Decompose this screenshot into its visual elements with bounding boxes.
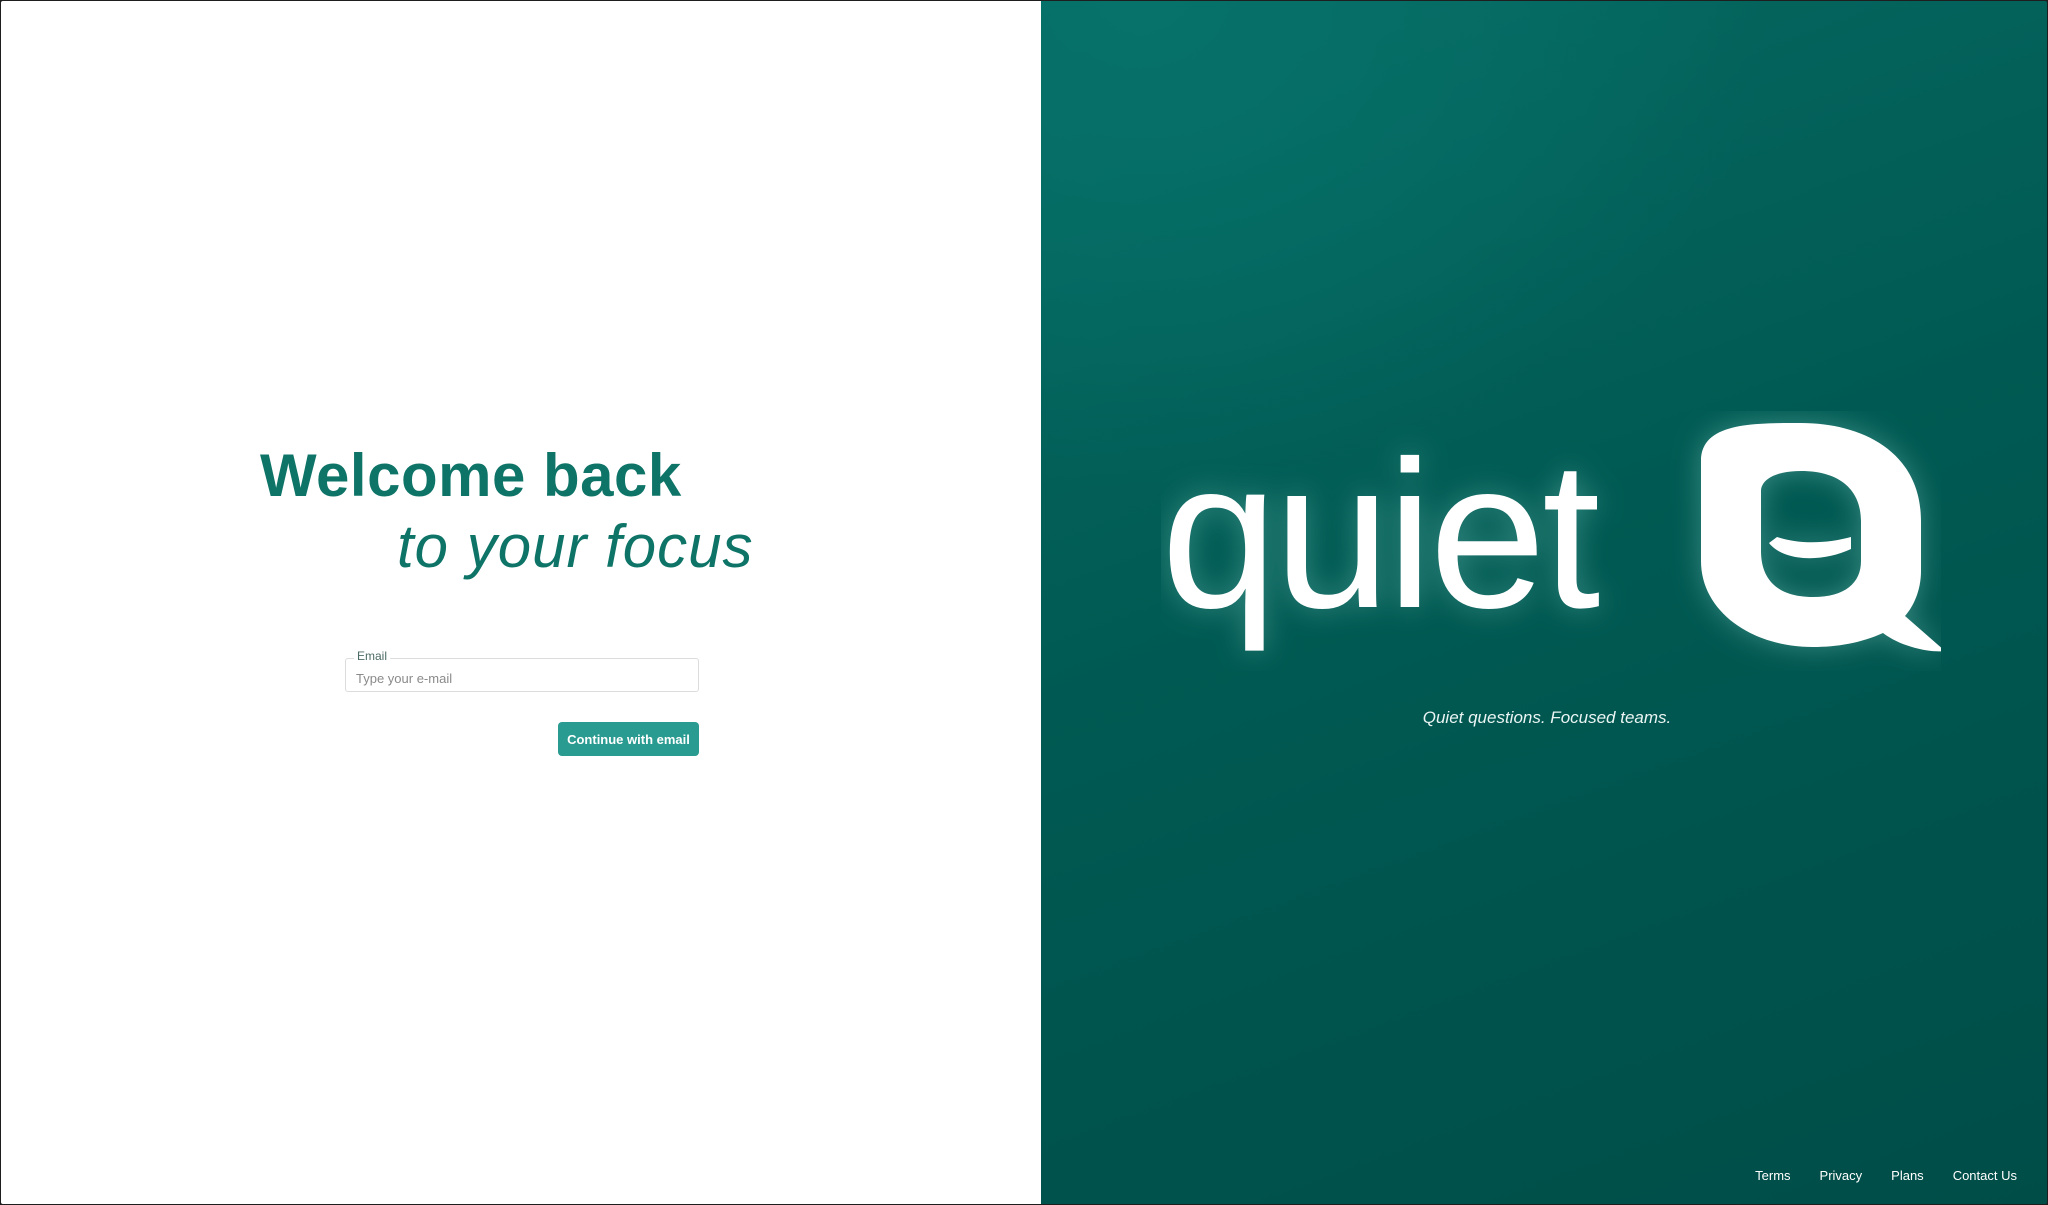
footer-link-terms[interactable]: Terms bbox=[1755, 1168, 1790, 1183]
brand-tagline: Quiet questions. Focused teams. bbox=[1422, 708, 1672, 727]
email-input[interactable] bbox=[346, 659, 698, 691]
welcome-heading: Welcome back bbox=[260, 442, 682, 509]
continue-with-email-button[interactable]: Continue with email bbox=[558, 722, 699, 756]
app-window: Welcome back to your focus Email Continu… bbox=[1, 1, 2047, 1204]
email-field-wrapper: Email bbox=[345, 649, 699, 692]
email-label: Email bbox=[354, 649, 391, 663]
footer-link-contact-us[interactable]: Contact Us bbox=[1953, 1168, 2017, 1183]
welcome-subheading: to your focus bbox=[397, 513, 754, 580]
quietq-logo: quiet bbox=[1161, 411, 1941, 671]
logo-wordmark: quiet bbox=[1161, 417, 1599, 652]
login-panel: Welcome back to your focus Email Continu… bbox=[1, 1, 1041, 1204]
footer-link-privacy[interactable]: Privacy bbox=[1820, 1168, 1863, 1183]
footer-link-plans[interactable]: Plans bbox=[1891, 1168, 1924, 1183]
speech-bubble-q-logo-icon: quiet bbox=[1161, 417, 1941, 652]
brand-panel: quiet Quiet questions. Focused teams. Te… bbox=[1041, 1, 2047, 1204]
footer-nav: Terms Privacy Plans Contact Us bbox=[1755, 1168, 2017, 1183]
